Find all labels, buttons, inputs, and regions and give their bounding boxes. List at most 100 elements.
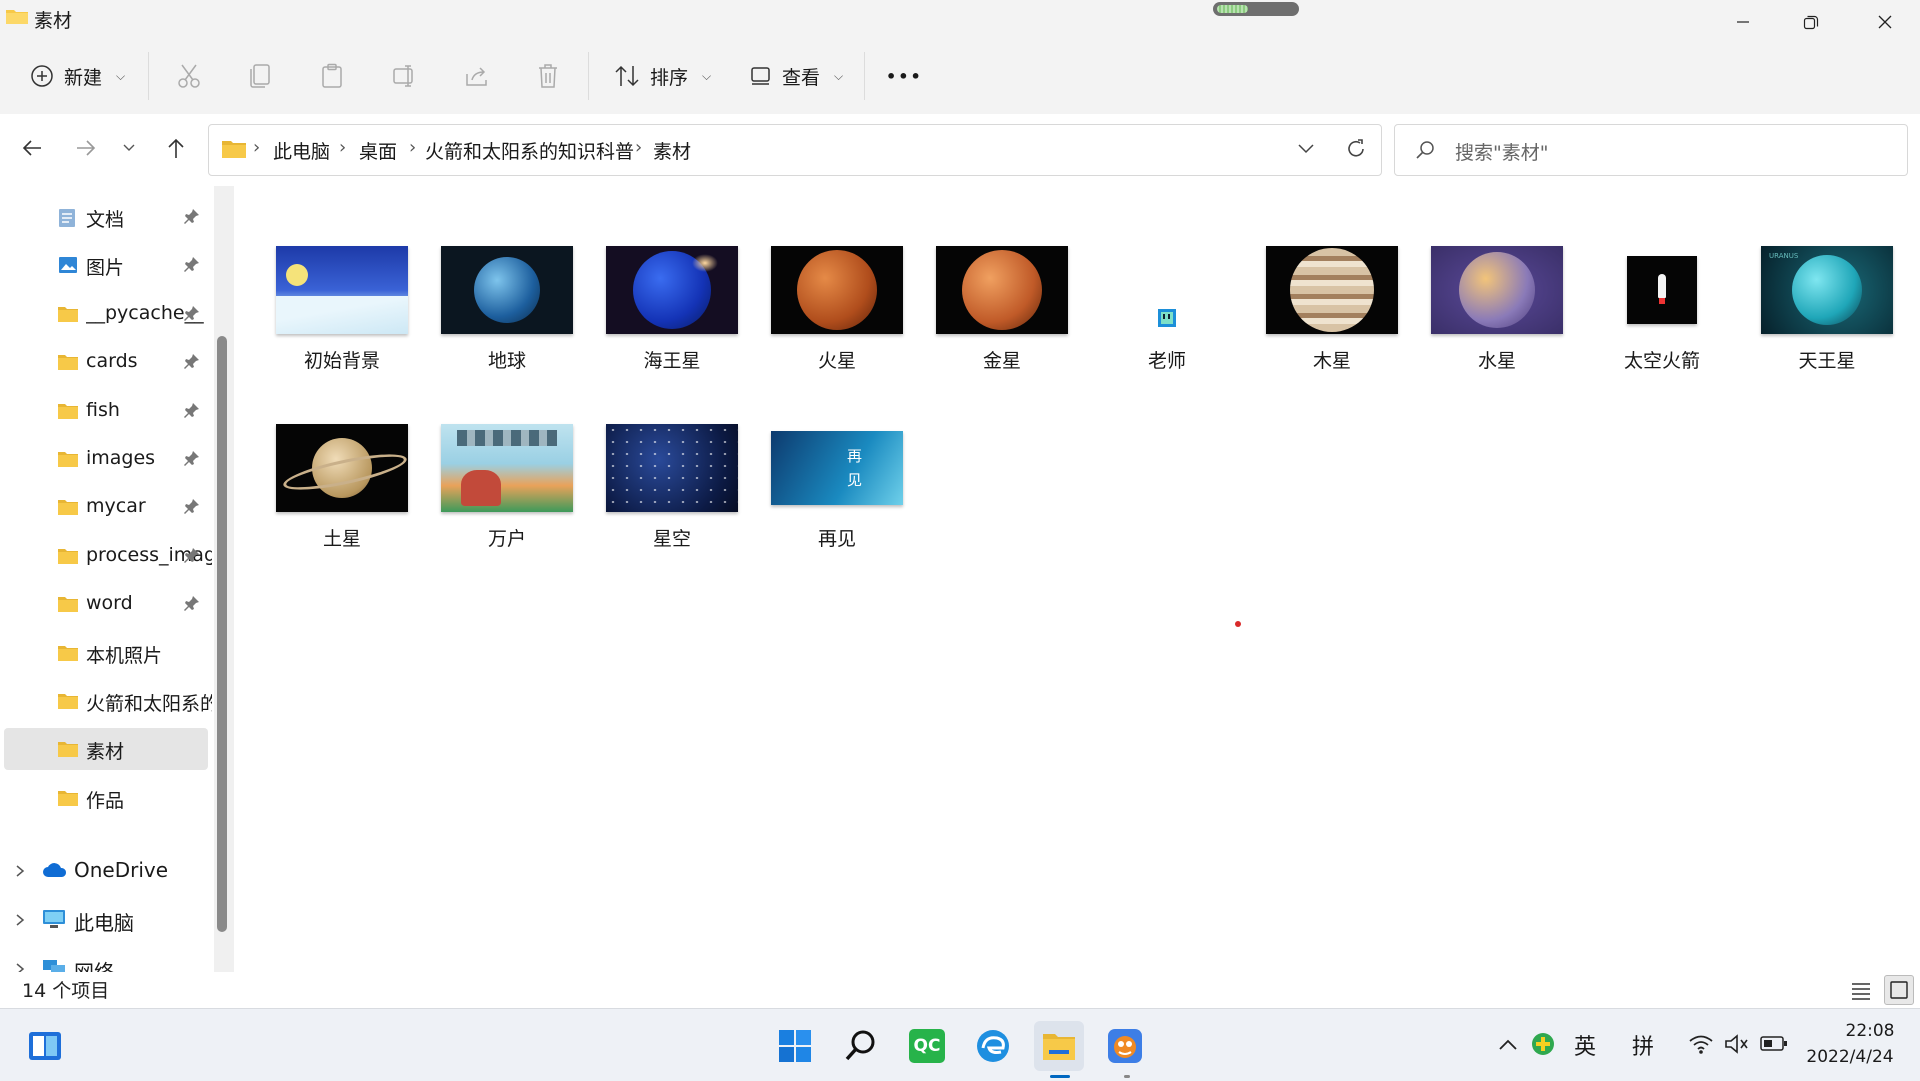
file-tile[interactable]: URANUS 天王星 [1752,238,1902,388]
sidebar-item[interactable]: fish [4,390,208,432]
ime-mode-indicator[interactable]: 拼 [1632,1029,1654,1061]
sidebar-item[interactable]: 文档 [4,196,208,238]
refresh-icon[interactable] [1345,138,1367,160]
sidebar-tree-item[interactable]: 此电脑 [0,899,212,943]
cut-button[interactable] [176,38,202,114]
battery-icon[interactable] [1760,1035,1788,1053]
copy-button[interactable] [248,38,272,114]
sidebar-item[interactable]: images [4,438,208,480]
scissors-icon [178,64,200,88]
restore-icon [1803,15,1819,30]
folder-icon [222,141,246,158]
copy-icon [250,64,270,88]
address-history-chevron-icon[interactable] [1297,143,1315,155]
search-input[interactable]: 搜索"素材" [1455,138,1548,165]
chevron-down-icon: ⌵ [834,68,844,83]
breadcrumb-separator-icon: › [253,137,261,158]
share-button[interactable] [464,38,490,114]
sidebar-tree-item[interactable]: OneDrive [0,850,212,894]
file-tile[interactable]: 星空 [597,416,747,566]
file-tile[interactable]: 太空火箭 [1587,238,1737,388]
rename-button[interactable] [392,38,418,114]
sidebar-tree-item[interactable]: 网络 [0,948,212,972]
clock-time[interactable]: 22:08 [1840,1021,1900,1041]
clock-date[interactable]: 2022/4/24 [1800,1047,1900,1067]
edge-browser-button[interactable] [968,1021,1018,1071]
file-tile[interactable]: 火星 [762,238,912,388]
qc-app-button[interactable]: QC [902,1021,952,1071]
search-box[interactable]: 搜索"素材" [1394,124,1908,176]
file-tile[interactable]: 老师 [1092,238,1242,388]
windows-start-icon [779,1030,811,1062]
chevron-right-icon[interactable] [14,860,26,884]
file-tile[interactable]: 土星 [267,416,417,566]
sort-button[interactable]: 排序 ⌵ [614,38,711,114]
taskbar-search-button[interactable] [836,1021,886,1071]
file-name: 地球 [487,350,526,372]
toolbar-divider [588,52,589,100]
breadcrumb-project-folder[interactable]: 火箭和太阳系的知识科普 [425,137,634,164]
close-icon [1878,15,1892,29]
sidebar-item[interactable]: 火箭和太阳系的知识科普 [4,680,212,722]
file-tile[interactable]: 再见再见 [762,416,912,566]
sidebar-item[interactable]: 图片 [4,244,208,286]
widgets-button[interactable] [20,1021,70,1071]
security-app-tray-icon[interactable] [1530,1031,1556,1057]
chevron-right-icon[interactable] [14,909,26,933]
scratch-app-button[interactable] [1100,1021,1150,1071]
sidebar-item[interactable]: __pycache__ [4,293,208,335]
view-button[interactable]: 查看 ⌵ [750,38,843,114]
file-name: 土星 [322,528,361,550]
file-thumbnail [1422,238,1572,342]
more-options-button[interactable]: ••• [886,38,923,114]
details-view-icon[interactable] [1850,980,1872,1000]
volume-muted-icon[interactable] [1724,1033,1750,1055]
back-button[interactable] [12,128,52,168]
file-thumbnail [927,238,1077,342]
chevron-right-icon[interactable] [14,958,26,972]
address-bar[interactable]: › 此电脑 › 桌面 › 火箭和太阳系的知识科普 › 素材 [208,124,1382,176]
sidebar-item[interactable]: 素材 [4,728,208,771]
sidebar-item[interactable]: word [4,583,208,625]
wifi-icon[interactable] [1688,1033,1714,1055]
sidebar-item[interactable]: 作品 [4,777,208,819]
file-tile[interactable]: 初始背景 [267,238,417,388]
folder-icon [58,305,78,327]
recent-locations-button[interactable] [110,128,148,168]
breadcrumb-separator-icon: › [339,137,347,158]
file-thumbnail [762,238,912,342]
sidebar-item[interactable]: 本机照片 [4,632,208,674]
loading-indicator [1213,2,1299,16]
file-tile[interactable]: 金星 [927,238,1077,388]
file-tile[interactable]: 海王星 [597,238,747,388]
breadcrumb-desktop[interactable]: 桌面 [359,137,397,164]
file-explorer-button[interactable] [1034,1021,1084,1071]
chevron-down-icon [123,144,135,151]
file-view: 初始背景 地球 海王星 火星 金星 老师 木星 水星 太空火箭 URANUS 天王星土星 万户 星空 再见… [236,186,1920,972]
file-name: 万户 [487,528,526,550]
new-button[interactable]: 新建 ⌵ [30,38,125,114]
up-button[interactable] [156,128,196,168]
sidebar-item[interactable]: mycar [4,486,208,528]
file-tile[interactable]: 万户 [432,416,582,566]
show-hidden-icons-chevron-icon[interactable] [1498,1037,1518,1051]
large-icons-view-button[interactable] [1884,975,1914,1005]
sidebar-item-label: 火箭和太阳系的知识科普 [86,693,212,715]
breadcrumb-this-pc[interactable]: 此电脑 [273,137,330,164]
sidebar-item[interactable]: process_images [4,535,212,577]
forward-button[interactable] [66,128,106,168]
scratch-app-icon [1108,1029,1142,1063]
folder-icon [58,547,78,569]
navigation-bar: › 此电脑 › 桌面 › 火箭和太阳系的知识科普 › 素材 搜索"素材" [0,114,1920,186]
sidebar-item[interactable]: cards [4,341,208,383]
ime-language-indicator[interactable]: 英 [1574,1029,1596,1061]
file-tile[interactable]: 水星 [1422,238,1572,388]
breadcrumb-current-folder[interactable]: 素材 [653,137,691,164]
sidebar-scrollbar-thumb[interactable] [217,336,227,932]
paste-button[interactable] [320,38,344,114]
file-tile[interactable]: 木星 [1257,238,1407,388]
start-button[interactable] [770,1021,820,1071]
file-tile[interactable]: 地球 [432,238,582,388]
view-icon [751,67,770,85]
delete-button[interactable] [536,38,560,114]
